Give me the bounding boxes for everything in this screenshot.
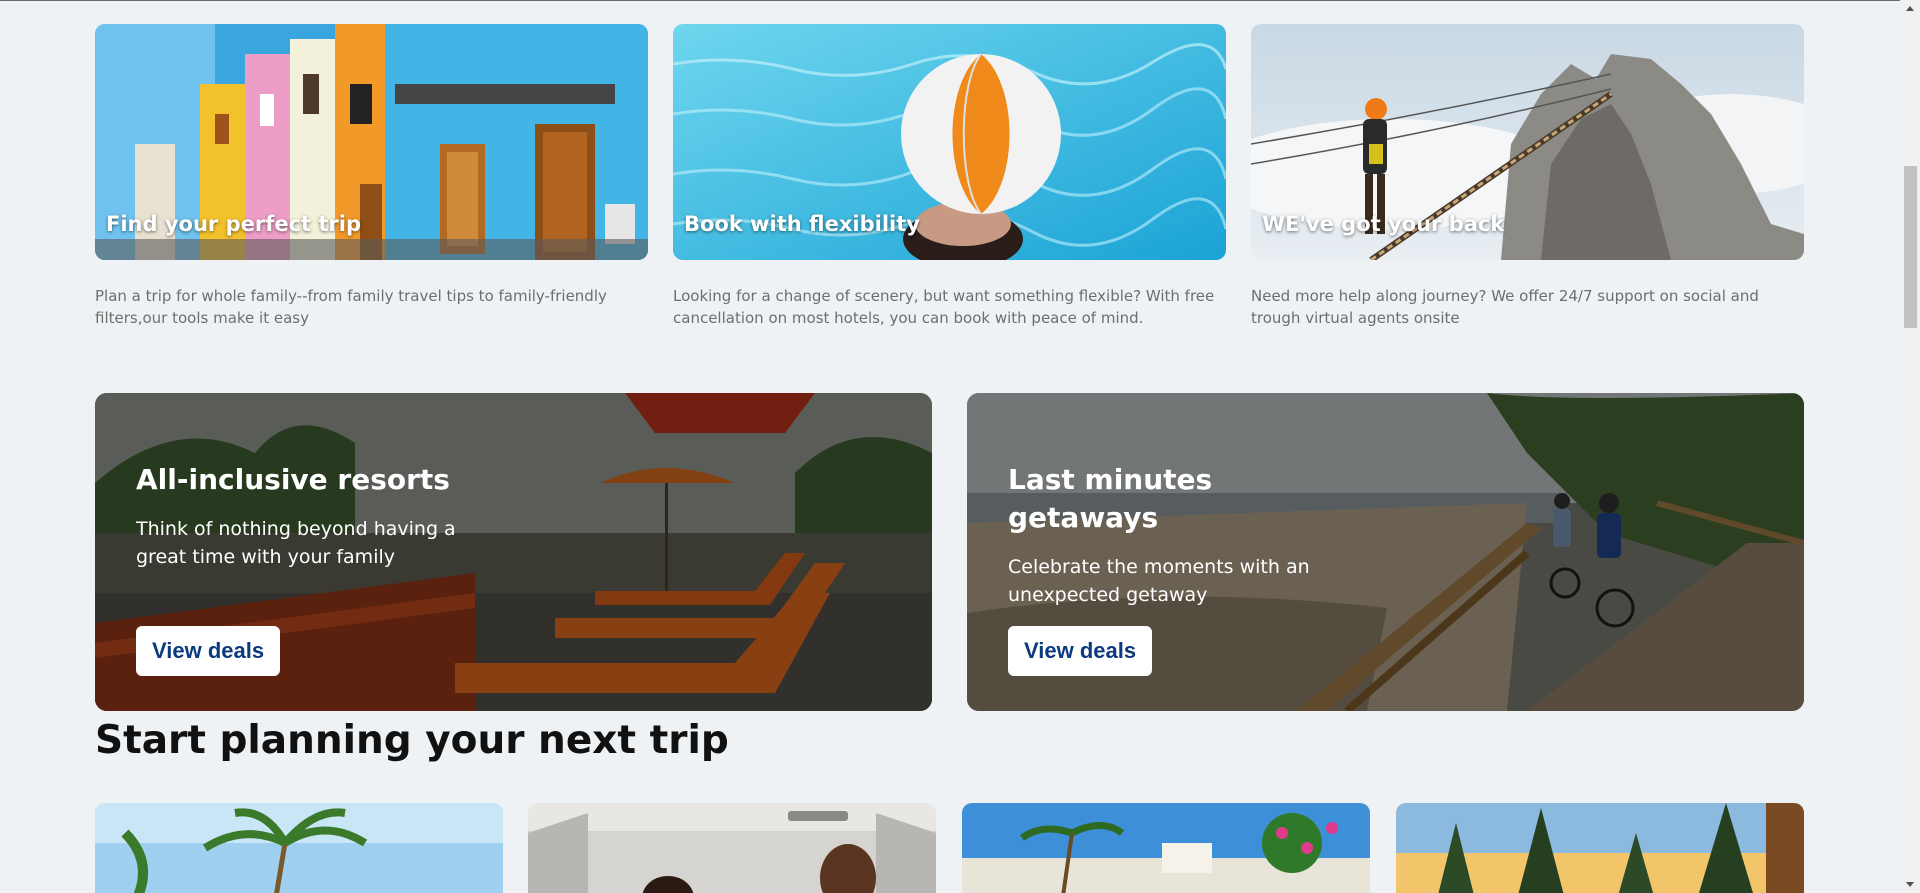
feature-image-colorful-houses[interactable]: Find your perfect trip [95, 24, 648, 260]
feature-title[interactable]: Find your perfect trip [106, 212, 361, 236]
feature-card-flexibility[interactable]: Book with flexibility Looking for a chan… [673, 24, 1226, 329]
resort-garden-image [962, 803, 1370, 893]
palm-trees-image [95, 803, 503, 893]
scrollbar-thumb[interactable] [1904, 166, 1917, 328]
pine-forest-image [1396, 803, 1804, 893]
promo-subtitle: Celebrate the moments with an unexpected… [1008, 556, 1310, 606]
top-border [0, 0, 1900, 1]
scroll-down-icon[interactable] [1900, 876, 1920, 893]
view-deals-button[interactable]: View deals [136, 626, 281, 676]
promo-title: All-inclusive resorts [136, 463, 450, 496]
scroll-up-icon[interactable] [1900, 0, 1920, 17]
promo-title: Last minutes getaways [1008, 463, 1213, 534]
promo-banner-all-inclusive[interactable]: All-inclusive resorts Think of nothing b… [95, 393, 932, 711]
feature-description: Plan a trip for whole family--from famil… [95, 287, 607, 327]
promo-content: Last minutes getaways Celebrate the mome… [1008, 461, 1338, 609]
view-deals-button[interactable]: View deals [1008, 626, 1153, 676]
feature-image-rope-bridge[interactable]: WE've got your back [1251, 24, 1804, 260]
promo-subtitle: Think of nothing beyond having a great t… [136, 518, 456, 568]
section-title: Start planning your next trip [95, 718, 729, 763]
plan-card-resort-garden[interactable] [962, 803, 1370, 893]
car-interior-image [528, 803, 936, 893]
plan-card-road-trip[interactable] [528, 803, 936, 893]
plan-card-forest[interactable] [1396, 803, 1804, 893]
feature-description: Looking for a change of scenery, but wan… [673, 287, 1215, 327]
page-scrollbar[interactable] [1900, 0, 1920, 893]
feature-card-support[interactable]: WE've got your back Need more help along… [1251, 24, 1804, 329]
promo-content: All-inclusive resorts Think of nothing b… [136, 461, 466, 571]
feature-description: Need more help along journey? We offer 2… [1251, 287, 1759, 327]
feature-title[interactable]: WE've got your back [1262, 212, 1504, 236]
feature-image-pool-ball[interactable]: Book with flexibility [673, 24, 1226, 260]
feature-title[interactable]: Book with flexibility [684, 212, 920, 236]
promo-banner-last-minute[interactable]: Last minutes getaways Celebrate the mome… [967, 393, 1804, 711]
feature-card-find-trip[interactable]: Find your perfect trip Plan a trip for w… [95, 24, 648, 329]
plan-card-beach-palms[interactable] [95, 803, 503, 893]
